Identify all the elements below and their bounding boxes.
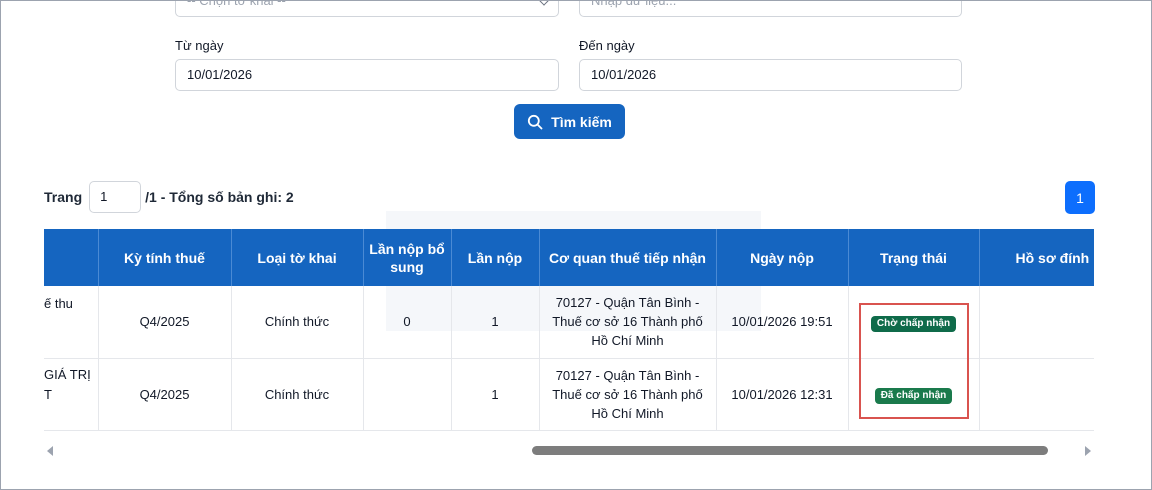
row-period-cell: Q4/2025 <box>98 286 232 359</box>
declaration-select[interactable]: -- Chọn tờ khai -- <box>175 0 559 17</box>
column-header-submission: Lần nộp <box>451 229 540 286</box>
to-date-label: Đến ngày <box>579 38 635 53</box>
row-period-cell: Q4/2025 <box>98 358 232 431</box>
column-header-status: Trạng thái <box>848 229 980 286</box>
search-button-label: Tìm kiếm <box>551 113 612 130</box>
scroll-right-arrow-icon[interactable] <box>1085 446 1091 456</box>
row-name-cell: ế thu <box>44 286 99 359</box>
row-supplement-cell <box>363 358 452 431</box>
horizontal-scrollbar[interactable] <box>44 442 1094 460</box>
row-name-cell: GIÁ TRỊ T <box>44 358 99 431</box>
row-attachment-cell <box>979 286 1094 359</box>
column-header-period: Kỳ tính thuế <box>98 229 232 286</box>
scroll-left-arrow-icon[interactable] <box>47 446 53 456</box>
to-date-field: Đến ngày 10/01/2026 <box>579 38 962 91</box>
row-type-cell: Chính thức <box>231 286 364 359</box>
column-header-tax-office: Cơ quan thuế tiếp nhận <box>539 229 717 286</box>
row-supplement-cell: 0 <box>363 286 452 359</box>
search-icon <box>528 114 543 129</box>
page-number-input[interactable]: 1 <box>89 181 142 213</box>
page-button-1[interactable]: 1 <box>1065 181 1095 214</box>
from-date-label: Từ ngày <box>175 38 224 53</box>
pager-summary: /1 - Tổng số bản ghi: 2 <box>145 189 294 205</box>
search-button[interactable]: Tìm kiếm <box>514 104 625 139</box>
from-date-field: Từ ngày 10/01/2026 <box>175 38 559 91</box>
row-name-fragment: GIÁ TRỊ T <box>44 366 91 402</box>
row-submission-cell: 1 <box>451 286 540 359</box>
page-frame: -- Chọn tờ khai -- Nhập dữ liệu... Từ ng… <box>0 0 1152 490</box>
column-header-supplement: Lần nộp bổ sung <box>363 229 452 286</box>
column-header-type: Loại tờ khai <box>231 229 364 286</box>
scrollbar-thumb[interactable] <box>532 446 1048 455</box>
data-input-field: Nhập dữ liệu... <box>579 0 962 17</box>
row-date-cell: 10/01/2026 19:51 <box>716 286 849 359</box>
row-submission-cell: 1 <box>451 358 540 431</box>
declaration-select-field: -- Chọn tờ khai -- <box>175 0 559 17</box>
row-tax-office-cell: 70127 - Quận Tân Bình - Thuế cơ sở 16 Th… <box>539 286 717 359</box>
data-input[interactable]: Nhập dữ liệu... <box>579 0 962 17</box>
from-date-input[interactable]: 10/01/2026 <box>175 59 559 91</box>
status-highlight-box <box>859 303 969 419</box>
row-tax-office-cell: 70127 - Quận Tân Bình - Thuế cơ sở 16 Th… <box>539 358 717 431</box>
table-header-row: Kỳ tính thuế Loại tờ khai Lần nộp bổ sun… <box>44 229 1094 286</box>
pager-prefix: Trang <box>44 189 83 205</box>
column-header <box>44 229 99 286</box>
row-type-cell: Chính thức <box>231 358 364 431</box>
data-input-placeholder: Nhập dữ liệu... <box>591 0 677 8</box>
to-date-input[interactable]: 10/01/2026 <box>579 59 962 91</box>
declaration-select-placeholder: -- Chọn tờ khai -- <box>187 0 286 8</box>
chevron-down-icon <box>538 1 550 6</box>
pager: Trang 1 /1 - Tổng số bản ghi: 2 <box>44 181 294 213</box>
row-attachment-cell <box>979 358 1094 431</box>
column-header-attachment: Hồ sơ đính kèm <box>979 229 1094 286</box>
row-date-cell: 10/01/2026 12:31 <box>716 358 849 431</box>
column-header-date: Ngày nộp <box>716 229 849 286</box>
